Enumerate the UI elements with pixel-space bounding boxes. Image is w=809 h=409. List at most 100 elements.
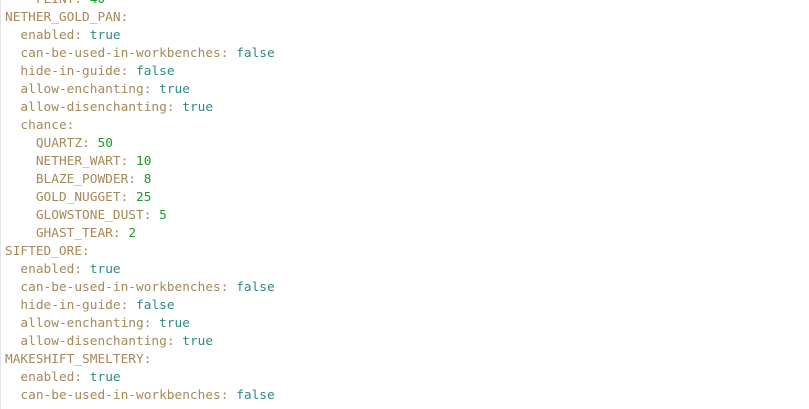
yaml-key-value-line[interactable]: BLAZE_POWDER: 8 [5,171,275,189]
yaml-key-value-line[interactable]: allow-enchanting: true [5,315,275,333]
yaml-number-value: 40 [90,0,105,7]
yaml-key-value-line[interactable]: allow-enchanting: true [5,81,275,99]
yaml-key-value-line[interactable]: FLINT: 40 [5,0,275,9]
code-content[interactable]: FLINT: 40NETHER_GOLD_PAN: enabled: true … [5,0,275,405]
colon: : [74,370,83,385]
colon: : [66,118,75,133]
yaml-key-value-line[interactable]: QUARTZ: 50 [5,135,275,153]
yaml-key: SIFTED_ORE [5,244,83,259]
yaml-number-value: 25 [136,190,152,205]
yaml-key: allow-disenchanting [20,334,167,349]
yaml-key: chance [20,118,67,133]
colon: : [112,226,121,241]
yaml-key-value-line[interactable]: enabled: true [5,261,275,279]
colon: : [120,10,129,25]
yaml-key: FLINT [36,0,75,7]
yaml-key: can-be-used-in-workbenches [20,46,221,61]
yaml-bool-value: true [182,100,214,115]
yaml-bool-value: true [182,334,214,349]
yaml-key-value-line[interactable]: GHAST_TEAR: 2 [5,225,275,243]
yaml-key: enabled [20,28,75,43]
yaml-key: can-be-used-in-workbenches [20,388,221,403]
colon: : [74,28,83,43]
yaml-section-line[interactable]: SIFTED_ORE: [5,243,275,261]
yaml-key-value-line[interactable]: enabled: true [5,27,275,45]
yaml-bool-value: true [159,82,190,97]
colon: : [74,262,83,277]
yaml-key: allow-disenchanting [20,100,167,115]
yaml-key-value-line[interactable]: GLOWSTONE_DUST: 5 [5,207,275,225]
yaml-key: MAKESHIFT_SMELTERY [5,352,144,367]
yaml-key: GHAST_TEAR [35,226,113,241]
yaml-key-value-line[interactable]: hide-in-guide: false [5,297,275,315]
colon: : [166,100,175,115]
yaml-key: allow-enchanting [20,316,144,331]
editor-gutter-border [0,0,1,409]
yaml-key: GLOWSTONE_DUST [35,208,144,223]
yaml-key: QUARTZ [35,136,83,151]
yaml-key-value-line[interactable]: can-be-used-in-workbenches: false [5,45,275,63]
yaml-section-line[interactable]: NETHER_GOLD_PAN: [5,9,275,27]
yaml-bool-value: true [89,262,121,277]
yaml-key: enabled [20,370,75,385]
yaml-key: hide-in-guide [20,298,121,313]
yaml-key-value-line[interactable]: can-be-used-in-workbenches: false [5,279,275,297]
yaml-key-value-line[interactable]: enabled: true [5,369,275,387]
yaml-section-line[interactable]: chance: [5,117,275,135]
yaml-number-value: 50 [97,136,113,151]
yaml-bool-value: false [136,298,175,313]
yaml-number-value: 5 [159,208,167,223]
yaml-code-editor[interactable]: FLINT: 40NETHER_GOLD_PAN: enabled: true … [0,0,809,409]
yaml-key-value-line[interactable]: GOLD_NUGGET: 25 [5,189,275,207]
yaml-key: hide-in-guide [20,64,121,79]
yaml-key: allow-enchanting [20,82,144,97]
yaml-key-value-line[interactable]: NETHER_WART: 10 [5,153,275,171]
yaml-key-value-line[interactable]: allow-disenchanting: true [5,99,275,117]
colon: : [143,352,152,367]
yaml-key: BLAZE_POWDER [35,172,129,187]
yaml-key: enabled [20,262,75,277]
yaml-section-line[interactable]: MAKESHIFT_SMELTERY: [5,351,275,369]
yaml-bool-value: false [236,280,275,295]
colon: : [166,334,175,349]
yaml-key: NETHER_WART [35,154,121,169]
yaml-key-value-line[interactable]: can-be-used-in-workbenches: false [5,387,274,405]
yaml-key-value-line[interactable]: hide-in-guide: false [5,63,275,81]
yaml-key-value-line[interactable]: allow-disenchanting: true [5,333,275,351]
yaml-key: GOLD_NUGGET [35,190,121,205]
yaml-bool-value: false [236,46,275,61]
yaml-bool-value: true [159,316,190,331]
yaml-bool-value: true [89,28,121,43]
yaml-bool-value: true [89,370,121,385]
colon: : [82,136,90,151]
